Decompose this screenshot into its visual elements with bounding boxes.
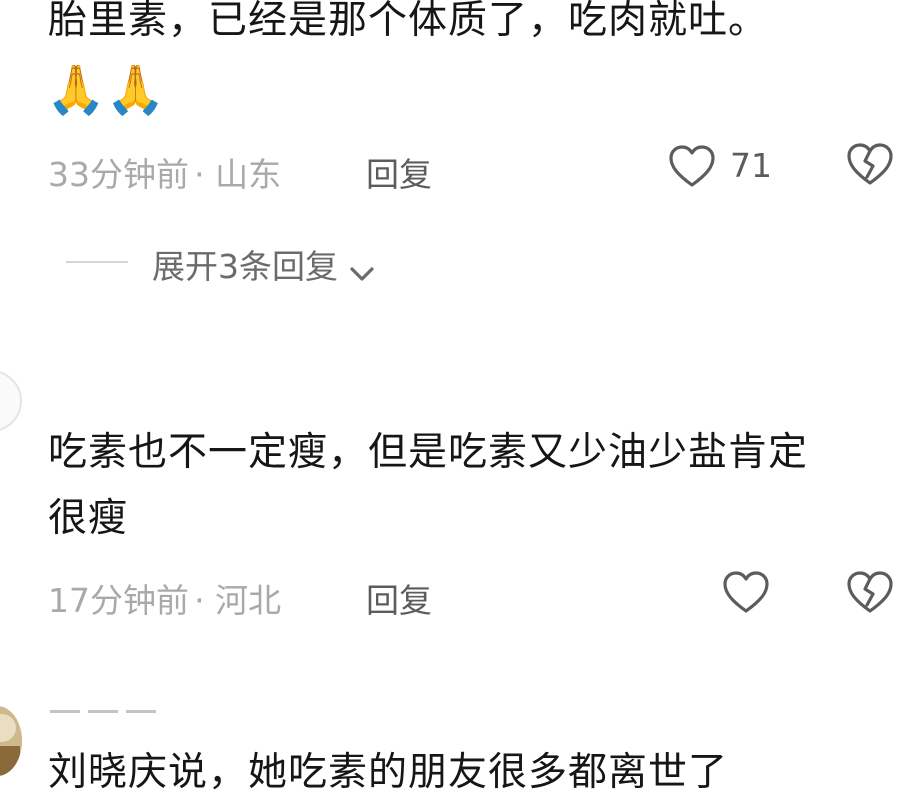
expand-replies-button[interactable]: 展开3条回复 — [152, 240, 375, 286]
reply-button[interactable]: 回复 — [366, 148, 432, 196]
like-button[interactable] — [722, 570, 772, 618]
broken-heart-icon — [846, 570, 894, 614]
reply-button[interactable]: 回复 — [366, 574, 432, 622]
comment-meta: 17分钟前 · 河北 — [48, 574, 281, 622]
heart-outline-icon — [668, 144, 716, 188]
comment-meta: 33分钟前 · 山东 — [48, 148, 281, 196]
comment-text: 很瘦 — [48, 496, 129, 541]
comment-time: 33分钟前 — [48, 155, 189, 194]
chevron-down-icon — [349, 265, 375, 283]
comment-location: · 山东 — [194, 155, 282, 194]
dislike-button[interactable] — [846, 142, 894, 190]
like-count: 71 — [730, 146, 772, 185]
dislike-button[interactable] — [846, 570, 894, 618]
avatar[interactable] — [0, 706, 22, 776]
comment-location: · 河北 — [194, 581, 282, 620]
comment-text: 吃素也不一定瘦，但是吃素又少油少盐肯定 — [48, 430, 809, 475]
heart-outline-icon — [722, 570, 772, 614]
expand-replies-label: 展开3条回复 — [152, 247, 338, 286]
comment-text: 刘晓庆说，她吃素的朋友很多都离世了 — [48, 750, 729, 795]
avatar[interactable] — [0, 370, 22, 432]
comment-text: 胎里素，已经是那个体质了，吃肉就吐。 — [48, 0, 769, 43]
broken-heart-icon — [846, 142, 894, 186]
like-button[interactable]: 71 — [668, 142, 778, 192]
comment-time: 17分钟前 — [48, 581, 189, 620]
username-fragment — [50, 706, 162, 716]
praying-hands-emoji: 🙏🙏 — [46, 62, 166, 118]
expand-divider — [66, 261, 128, 263]
